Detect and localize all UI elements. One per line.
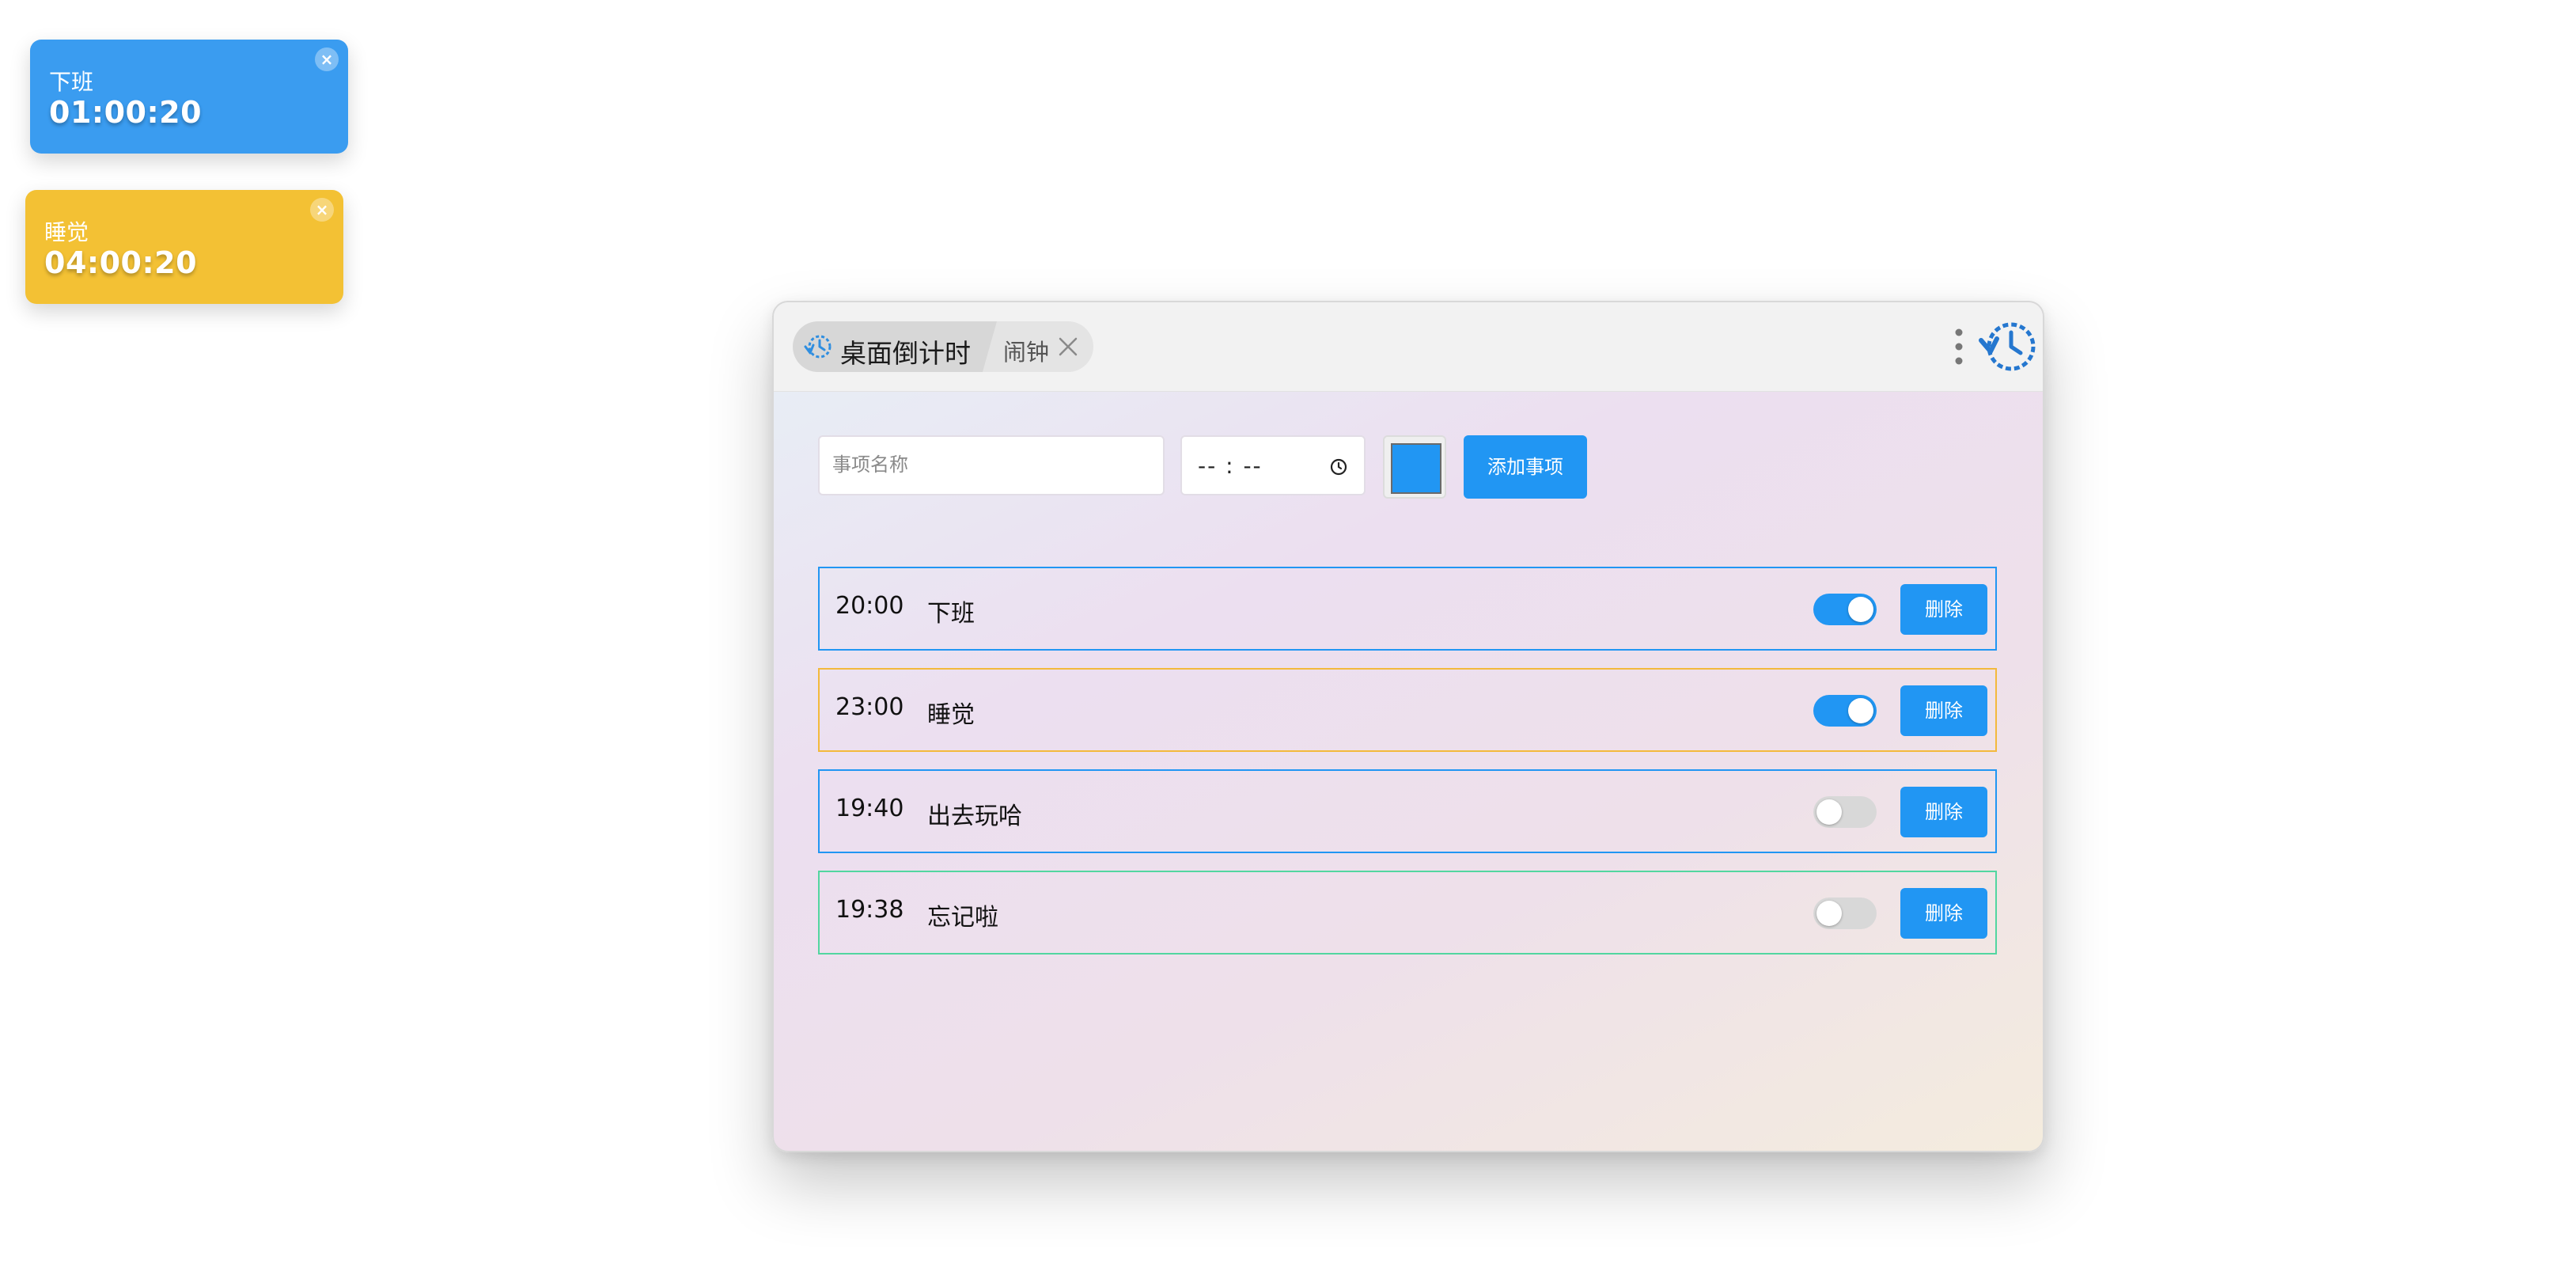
delete-button[interactable]: 删除 [1900,685,1987,736]
widget-close-button[interactable]: × [310,198,334,222]
toggle-knob [1816,799,1842,825]
toggle-knob [1848,698,1873,723]
color-picker[interactable] [1383,435,1446,499]
item-name: 睡觉 [927,701,975,729]
tab-alarm-label[interactable]: 闹钟 [1003,334,1049,367]
list-item: 23:00 睡觉 删除 [818,668,1997,752]
title-bar: 桌面倒计时 闹钟 [774,302,2043,392]
tab-countdown-label[interactable]: 桌面倒计时 [840,332,971,370]
delete-button[interactable]: 删除 [1900,787,1987,837]
add-item-button[interactable]: 添加事项 [1464,435,1587,499]
item-toggle[interactable] [1813,796,1877,828]
item-name-input[interactable] [818,435,1165,495]
item-toggle[interactable] [1813,695,1877,727]
tab-bar: 桌面倒计时 闹钟 [793,321,1093,372]
widget-title: 睡觉 [44,219,89,245]
delete-button[interactable]: 删除 [1900,584,1987,635]
widget-close-button[interactable]: × [315,47,339,71]
list-item: 19:38 忘记啦 删除 [818,871,1997,955]
delete-button[interactable]: 删除 [1900,888,1987,939]
toggle-knob [1816,901,1842,926]
color-swatch [1391,443,1441,494]
item-time: 19:38 [835,896,904,924]
widget-countdown: 01:00:20 [49,95,203,130]
clock-rewind-logo-icon [1979,322,2036,371]
list-item: 20:00 下班 删除 [818,567,1997,651]
item-name: 忘记啦 [927,904,998,932]
more-vertical-icon[interactable] [1953,326,1965,367]
time-input[interactable]: -- : -- [1180,435,1366,495]
clock-icon[interactable] [1329,457,1348,476]
item-name: 下班 [927,600,975,628]
app-window: 桌面倒计时 闹钟 -- : -- 添加事项 20:00 下班 [772,301,2044,1152]
item-toggle[interactable] [1813,594,1877,625]
countdown-widget[interactable]: 睡觉 04:00:20 × [25,190,343,304]
clock-rewind-icon [804,335,832,359]
widget-countdown: 04:00:20 [44,245,198,280]
item-toggle[interactable] [1813,898,1877,929]
countdown-widget[interactable]: 下班 01:00:20 × [30,40,348,154]
close-icon[interactable] [1057,336,1079,358]
widget-title: 下班 [49,69,94,95]
list-item: 19:40 出去玩哈 删除 [818,769,1997,853]
item-time: 23:00 [835,693,904,721]
item-time: 20:00 [835,592,904,620]
item-time: 19:40 [835,795,904,822]
toggle-knob [1848,597,1873,622]
time-input-value: -- : -- [1198,453,1263,479]
item-name: 出去玩哈 [927,803,1022,830]
